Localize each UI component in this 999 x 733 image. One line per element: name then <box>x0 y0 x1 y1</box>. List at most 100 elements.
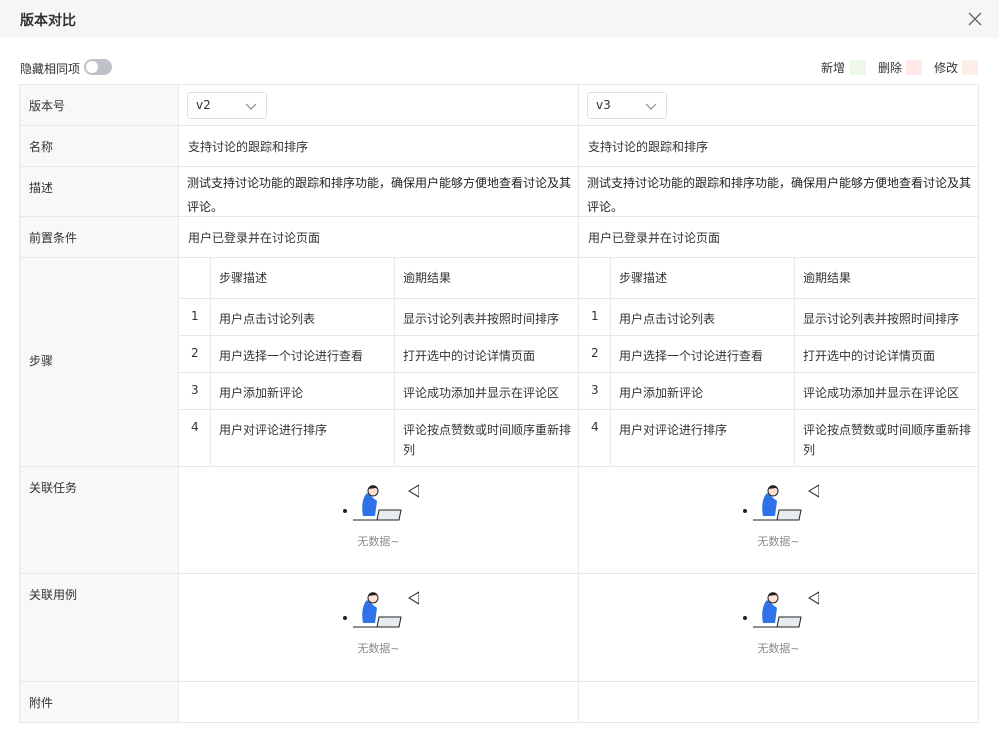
label-text: 附件 <box>29 696 54 710</box>
step-expected-result: 打开选中的讨论详情页面 <box>803 349 936 363</box>
step-row-cell: 打开选中的讨论详情页面 <box>795 336 979 373</box>
empty-illustration-icon <box>342 484 419 521</box>
left-version-select[interactable]: v2 <box>187 92 267 119</box>
step-number: 1 <box>191 309 199 323</box>
dialog-header: 版本对比 <box>0 0 999 38</box>
left-name-value: 支持讨论的跟踪和排序 <box>188 140 309 154</box>
step-row-cell: 用户添加新评论 <box>611 373 795 410</box>
step-expected-result: 显示讨论列表并按照时间排序 <box>803 312 960 326</box>
step-row-cell: 评论成功添加并显示在评论区 <box>795 373 979 410</box>
empty-state: 无数据~ <box>579 590 978 656</box>
step-description: 用户选择一个讨论进行查看 <box>619 349 764 363</box>
step-description: 用户点击讨论列表 <box>219 312 316 326</box>
right-version-cell: v3 <box>579 85 979 126</box>
empty-message: 无数据~ <box>757 535 800 548</box>
step-row-cell: 1 <box>179 299 211 336</box>
toolbar: 隐藏相同项 新增 删除 修改 <box>0 52 999 82</box>
step-number: 2 <box>591 346 599 360</box>
left-version-value: v2 <box>196 98 211 112</box>
empty-illustration-icon <box>742 484 819 521</box>
row-label-precondition: 前置条件 <box>20 217 179 258</box>
step-number: 1 <box>591 309 599 323</box>
step-row-cell: 显示讨论列表并按照时间排序 <box>795 299 979 336</box>
step-description: 用户对评论进行排序 <box>219 423 328 437</box>
step-expected-result: 评论成功添加并显示在评论区 <box>803 386 960 400</box>
left-related-tasks-cell: 无数据~ <box>179 467 579 574</box>
step-description: 用户添加新评论 <box>619 386 704 400</box>
step-number: 3 <box>591 383 599 397</box>
step-description: 用户添加新评论 <box>219 386 304 400</box>
steps-header-desc: 步骤描述 <box>219 271 268 285</box>
left-name-cell: 支持讨论的跟踪和排序 <box>179 126 579 167</box>
step-number: 3 <box>191 383 199 397</box>
legend-added-label: 新增 <box>821 61 846 75</box>
row-label-name: 名称 <box>20 126 179 167</box>
row-label-attachments: 附件 <box>20 682 179 723</box>
chevron-down-icon <box>245 103 257 110</box>
steps-header-cell: 逾期结果 <box>395 258 579 299</box>
row-label-version: 版本号 <box>20 85 179 126</box>
steps-header-cell: 步骤描述 <box>211 258 395 299</box>
label-text: 关联任务 <box>29 481 78 495</box>
right-name-value: 支持讨论的跟踪和排序 <box>588 140 709 154</box>
steps-header-desc: 步骤描述 <box>619 271 668 285</box>
step-row-cell: 用户选择一个讨论进行查看 <box>211 336 395 373</box>
empty-state: 无数据~ <box>179 590 578 656</box>
toggle-knob <box>86 61 98 73</box>
label-text: 描述 <box>29 181 54 195</box>
hide-same-label: 隐藏相同项 <box>20 62 81 76</box>
step-row-cell: 用户对评论进行排序 <box>211 410 395 467</box>
step-row-cell: 用户点击讨论列表 <box>211 299 395 336</box>
step-row-cell: 评论成功添加并显示在评论区 <box>395 373 579 410</box>
step-row-cell: 1 <box>579 299 611 336</box>
right-version-select[interactable]: v3 <box>587 92 667 119</box>
hide-same-toggle[interactable] <box>84 59 112 75</box>
step-row-cell: 用户添加新评论 <box>211 373 395 410</box>
right-precondition-cell: 用户已登录并在讨论页面 <box>579 217 979 258</box>
row-label-description: 描述 <box>20 167 179 217</box>
left-description-value: 测试支持讨论功能的跟踪和排序功能，确保用户能够方便地查看讨论及其评论。 <box>187 176 572 214</box>
right-version-value: v3 <box>596 98 611 112</box>
dialog-title: 版本对比 <box>20 13 76 29</box>
step-row-cell: 显示讨论列表并按照时间排序 <box>395 299 579 336</box>
label-text: 步骤 <box>29 354 54 368</box>
left-version-cell: v2 <box>179 85 579 126</box>
empty-message: 无数据~ <box>757 642 800 655</box>
step-row-cell: 评论按点赞数或时间顺序重新排列 <box>795 410 979 467</box>
step-row-cell: 用户选择一个讨论进行查看 <box>611 336 795 373</box>
left-precondition-cell: 用户已登录并在讨论页面 <box>179 217 579 258</box>
step-row-cell: 4 <box>179 410 211 467</box>
right-name-cell: 支持讨论的跟踪和排序 <box>579 126 979 167</box>
left-steps-cell: 步骤描述 逾期结果 1 用户点击讨论列表 显示讨论列表并按照时间排序 2 用户选择一个讨论进… <box>179 258 579 467</box>
right-precondition-value: 用户已登录并在讨论页面 <box>588 231 721 245</box>
left-description-cell: 测试支持讨论功能的跟踪和排序功能，确保用户能够方便地查看讨论及其评论。 <box>179 167 579 217</box>
step-description: 用户对评论进行排序 <box>619 423 728 437</box>
legend-modified-label: 修改 <box>934 61 959 75</box>
step-row-cell: 用户点击讨论列表 <box>611 299 795 336</box>
empty-illustration-icon <box>742 591 819 628</box>
step-expected-result: 显示讨论列表并按照时间排序 <box>403 312 560 326</box>
close-icon[interactable] <box>967 11 983 27</box>
step-expected-result: 评论成功添加并显示在评论区 <box>403 386 560 400</box>
comparison-table: 版本号 v2 v3 名称 支持讨论的跟踪和排序 支持讨论的跟踪和排序 描述 测试… <box>19 84 979 723</box>
right-steps-cell: 步骤描述 逾期结果 1 用户点击讨论列表 显示讨论列表并按照时间排序 2 用户选择一个讨论进… <box>579 258 979 467</box>
label-text: 版本号 <box>29 99 66 113</box>
legend-added-swatch <box>850 60 866 75</box>
step-row-cell: 2 <box>179 336 211 373</box>
steps-header-cell: 步骤描述 <box>611 258 795 299</box>
right-related-cases-cell: 无数据~ <box>579 574 979 682</box>
step-expected-result: 评论按点赞数或时间顺序重新排列 <box>803 423 972 457</box>
step-row-cell: 评论按点赞数或时间顺序重新排列 <box>395 410 579 467</box>
left-related-cases-cell: 无数据~ <box>179 574 579 682</box>
right-description-value: 测试支持讨论功能的跟踪和排序功能，确保用户能够方便地查看讨论及其评论。 <box>587 176 972 214</box>
step-number: 2 <box>191 346 199 360</box>
empty-illustration-icon <box>342 591 419 628</box>
steps-header-result: 逾期结果 <box>803 271 852 285</box>
label-text: 关联用例 <box>29 588 78 602</box>
step-row-cell: 3 <box>579 373 611 410</box>
step-number: 4 <box>591 420 599 434</box>
row-label-related-cases: 关联用例 <box>20 574 179 682</box>
step-expected-result: 打开选中的讨论详情页面 <box>403 349 536 363</box>
left-attachments-cell <box>179 682 579 723</box>
step-row-cell: 2 <box>579 336 611 373</box>
